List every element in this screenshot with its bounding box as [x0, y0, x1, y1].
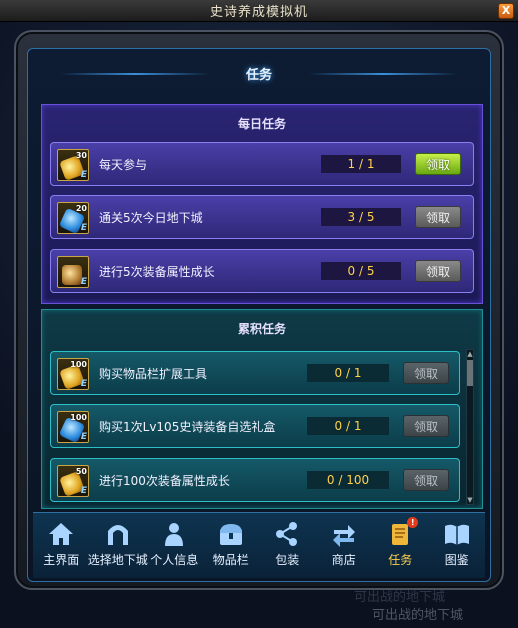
notification-badge: ! [407, 517, 419, 528]
nav-item-shop[interactable]: 商店 [316, 513, 373, 579]
task-progress: 0 / 1 [307, 364, 389, 382]
scroll-down-icon[interactable]: ▼ [467, 496, 473, 504]
header-decoration-left [60, 73, 210, 75]
home-icon [47, 521, 75, 547]
nav-item-select-dungeon[interactable]: 选择地下城 [88, 513, 148, 579]
background-text: 可出战的地下城 [354, 590, 446, 605]
task-name: 进行100次装备属性成长 [99, 473, 230, 488]
blue-gem-icon: 100 E [57, 411, 89, 444]
daily-task-row: 30 E 每天参与 1 / 1 领取 [50, 142, 474, 186]
header-decoration-right [308, 73, 458, 75]
task-progress: 0 / 1 [307, 417, 389, 435]
window-title: 史诗养成模拟机 [209, 5, 308, 20]
scroll-up-icon[interactable]: ▲ [467, 350, 473, 358]
claim-button[interactable]: 领取 [403, 362, 449, 384]
claim-button[interactable]: 领取 [403, 415, 449, 437]
scrollbar[interactable]: ▲ ▼ [466, 349, 474, 505]
gold-gem-icon: 50 E [57, 465, 89, 497]
share-icon [273, 521, 301, 547]
page-title: 任务 [245, 67, 272, 83]
close-button[interactable]: X [498, 3, 514, 19]
scroll-icon: ! [386, 517, 419, 547]
blue-gem-icon: 20 E [57, 202, 89, 235]
nav-item-tasks[interactable]: ! 任务 [372, 513, 429, 579]
exchange-icon [330, 521, 358, 547]
task-name: 购买物品栏扩展工具 [99, 366, 208, 381]
task-progress: 1 / 1 [321, 155, 401, 173]
person-icon [160, 521, 188, 547]
daily-task-row: E 进行5次装备属性成长 0 / 5 领取 [50, 249, 474, 293]
claim-button[interactable]: 领取 [415, 153, 461, 175]
task-name: 进行5次装备属性成长 [99, 264, 215, 279]
book-icon [443, 521, 471, 547]
cumulative-task-row: 100 E 购买物品栏扩展工具 0 / 1 领取 [50, 351, 460, 395]
gold-gem-icon: 30 E [57, 149, 89, 181]
daily-task-row: 20 E 通关5次今日地下城 3 / 5 领取 [50, 195, 474, 239]
task-progress: 0 / 5 [321, 262, 401, 280]
task-name: 购买1次Lv105史诗装备自选礼盒 [99, 419, 276, 434]
window-titlebar: 史诗养成模拟机 X [0, 0, 518, 22]
background-text: 可出战的地下城 [372, 608, 464, 623]
task-name: 每天参与 [99, 157, 148, 172]
cumulative-task-row: 50 E 进行100次装备属性成长 0 / 100 领取 [50, 458, 460, 502]
chest-icon [217, 521, 245, 547]
nav-item-package[interactable]: 包装 [259, 513, 316, 579]
gold-gem-icon: 100 E [57, 358, 89, 390]
task-progress: 3 / 5 [321, 208, 401, 226]
cumulative-task-row: 100 E 购买1次Lv105史诗装备自选礼盒 0 / 1 领取 [50, 404, 460, 448]
task-name: 通关5次今日地下城 [99, 210, 203, 225]
nav-item-profile[interactable]: 个人信息 [146, 513, 203, 579]
gate-icon [104, 521, 132, 547]
nav-item-codex[interactable]: 图鉴 [429, 513, 486, 579]
claim-button[interactable]: 领取 [415, 206, 461, 228]
daily-section-title: 每日任务 [237, 117, 286, 131]
task-progress: 0 / 100 [307, 471, 389, 489]
app-root: 史诗养成模拟机 X 任务 每日任务 30 E 每天参与 1 / 1 领取 20 E … [0, 0, 518, 628]
nav-item-home[interactable]: 主界面 [33, 513, 90, 579]
cumulative-section-title: 累积任务 [237, 322, 286, 336]
claim-button[interactable]: 领取 [403, 469, 449, 491]
nav-item-inventory[interactable]: 物品栏 [203, 513, 260, 579]
scroll-thumb[interactable] [467, 360, 473, 386]
armor-icon: E [57, 256, 89, 288]
claim-button[interactable]: 领取 [415, 260, 461, 282]
bottom-nav: 主界面 选择地下城 个人信息 物品栏 包装 商店 ! 任务 图鉴 [33, 512, 485, 578]
